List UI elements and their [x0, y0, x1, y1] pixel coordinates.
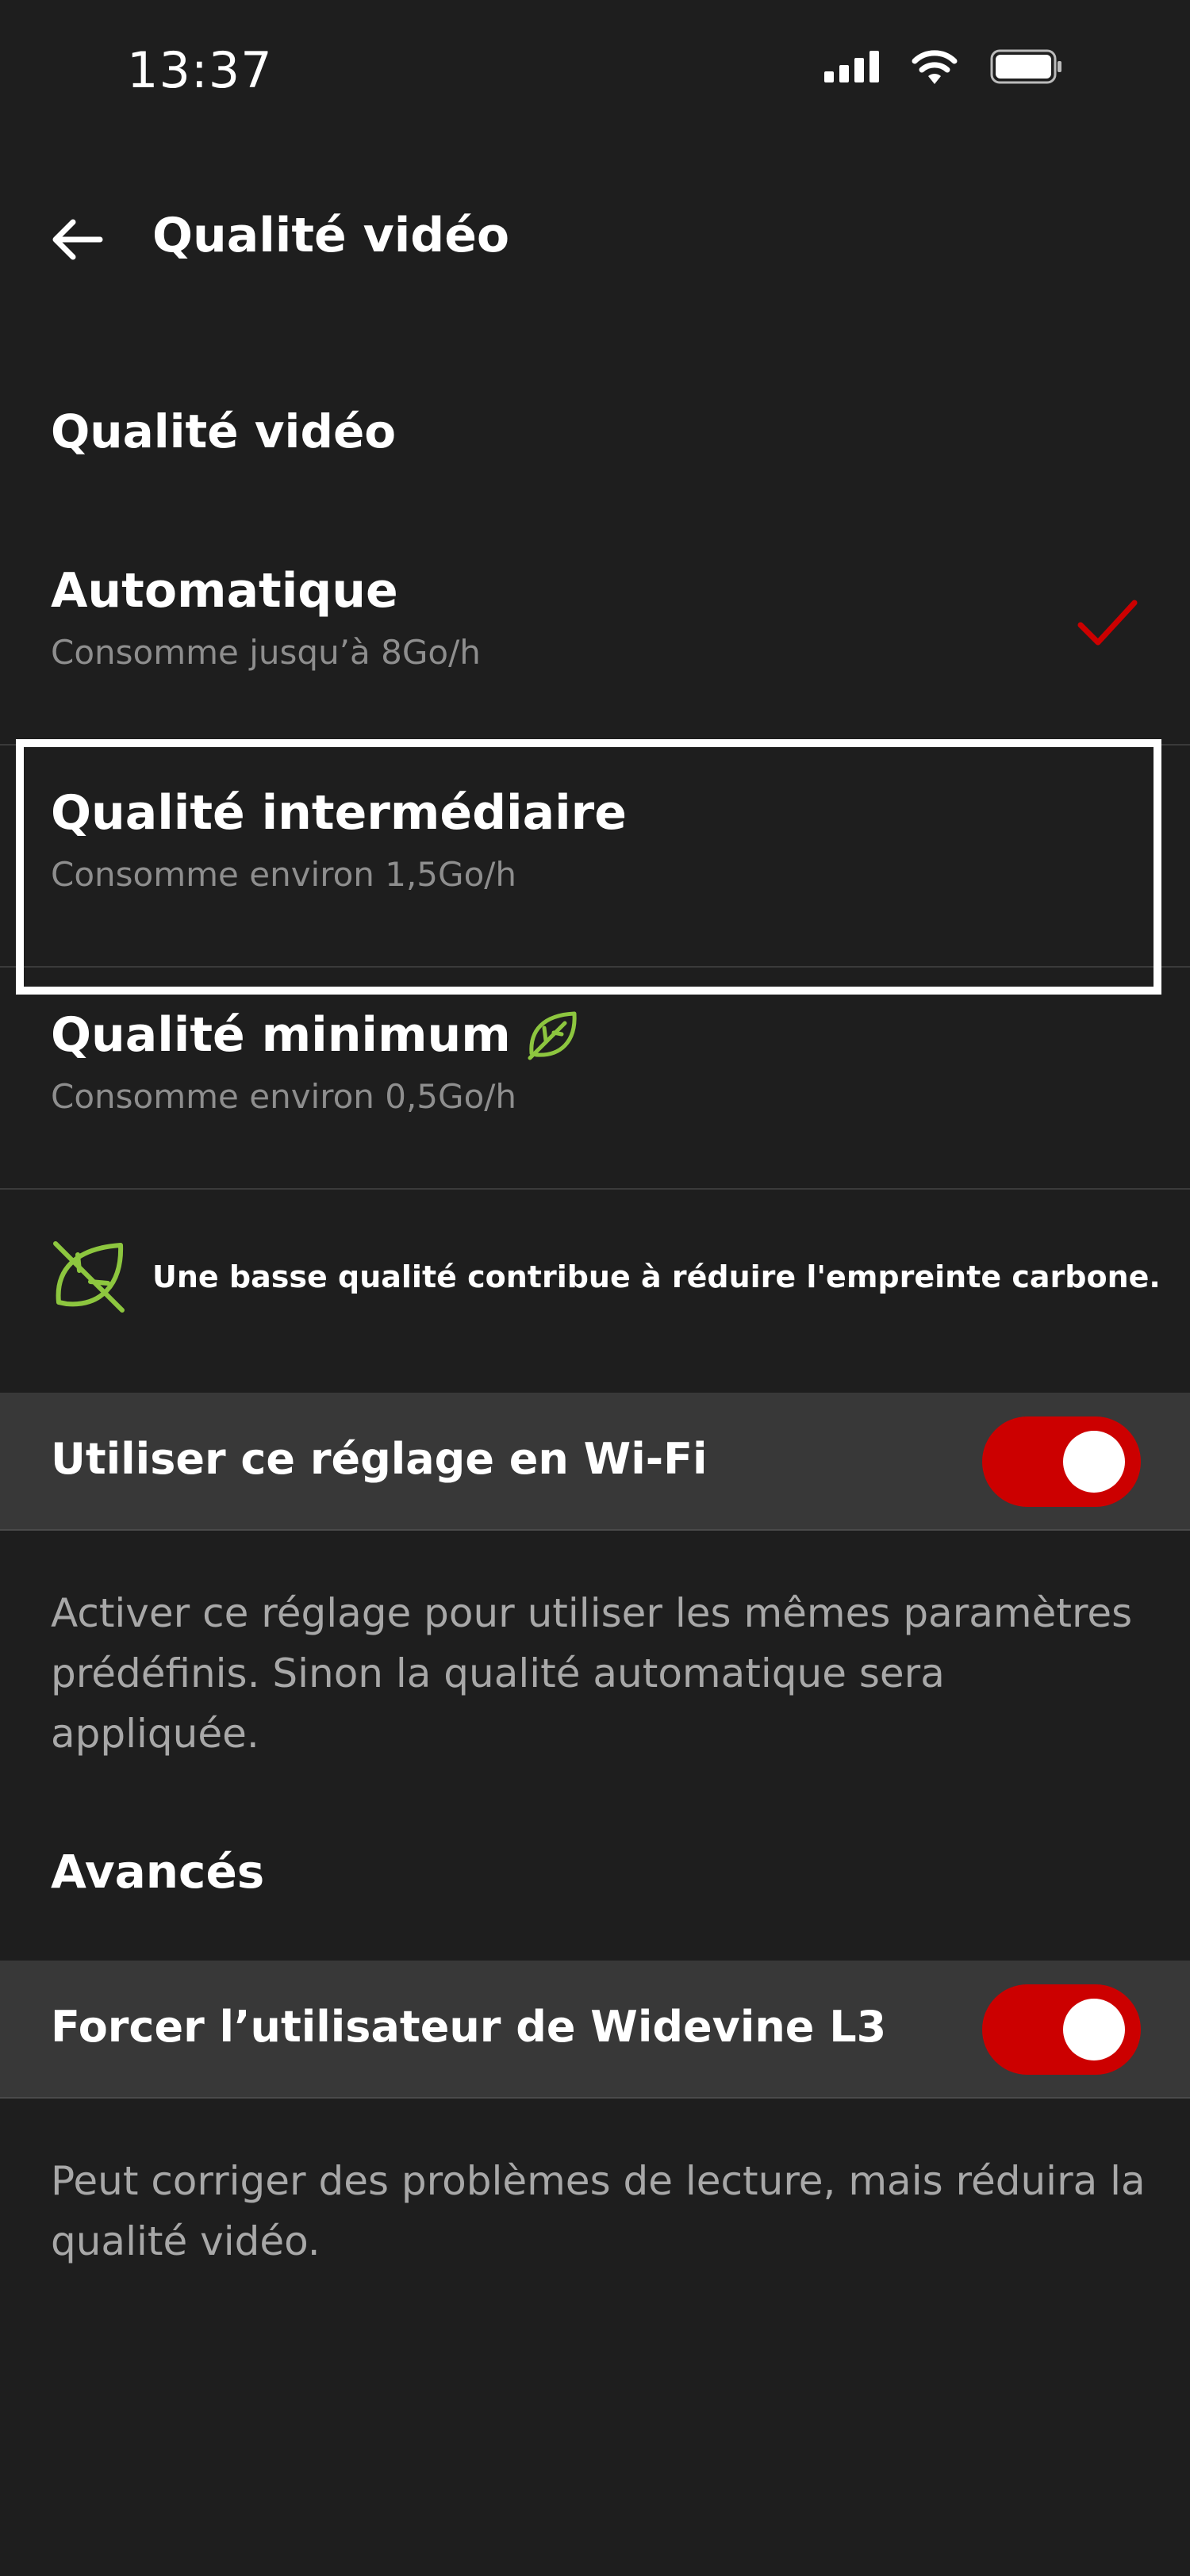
- option-subtitle: Consomme environ 0,5Go/h: [51, 1077, 517, 1116]
- option-intermediate[interactable]: Qualité intermédiaire Consomme environ 1…: [0, 746, 1190, 968]
- widevine-setting-toggle[interactable]: [982, 1984, 1141, 2075]
- page-title: Qualité vidéo: [152, 208, 510, 263]
- eco-note: Une basse qualité contribue à réduire l'…: [0, 1190, 1190, 1332]
- leaf-icon: [53, 1241, 125, 1313]
- app-header: Qualité vidéo: [0, 190, 1190, 286]
- option-subtitle: Consomme environ 1,5Go/h: [51, 855, 517, 894]
- toggle-knob: [1063, 1999, 1125, 2060]
- option-title: Qualité minimum: [51, 1007, 511, 1063]
- wifi-setting-label: Utiliser ce réglage en Wi-Fi: [51, 1434, 708, 1484]
- wifi-setting-toggle[interactable]: [982, 1416, 1141, 1507]
- option-title: Automatique: [51, 563, 398, 619]
- widevine-setting-row: Forcer l’utilisateur de Widevine L3: [0, 1961, 1190, 2099]
- widevine-setting-description: Peut corriger des problèmes de lecture, …: [51, 2158, 1146, 2264]
- option-automatic[interactable]: Automatique Consomme jusqu’à 8Go/h: [0, 523, 1190, 746]
- arrow-left-icon[interactable]: [48, 211, 105, 268]
- section-title-video-quality: Qualité vidéo: [51, 404, 397, 458]
- option-subtitle: Consomme jusqu’à 8Go/h: [51, 633, 481, 672]
- status-time: 13:37: [127, 41, 273, 99]
- section-title-advanced: Avancés: [51, 1845, 265, 1899]
- option-title: Qualité intermédiaire: [51, 785, 627, 841]
- wifi-setting-row: Utiliser ce réglage en Wi-Fi: [0, 1393, 1190, 1531]
- cellular-signal-icon: [824, 51, 879, 82]
- toggle-knob: [1063, 1431, 1125, 1493]
- status-bar: 13:37: [0, 0, 1190, 143]
- wifi-setting-description: Activer ce réglage pour utiliser les mêm…: [51, 1590, 1133, 1757]
- leaf-icon: [528, 1011, 577, 1060]
- checkmark-icon: [1077, 600, 1138, 646]
- wifi-icon: [912, 50, 958, 84]
- eco-note-text: Une basse qualité contribue à réduire l'…: [152, 1259, 1161, 1294]
- widevine-setting-label: Forcer l’utilisateur de Widevine L3: [51, 2002, 887, 2052]
- screen: 13:37 Qualité vidéo Qualité vidéo Automa…: [0, 0, 1190, 2576]
- option-minimum[interactable]: Qualité minimum Consomme environ 0,5Go/h: [0, 968, 1190, 1190]
- status-icons: [824, 49, 1063, 84]
- option-title-wrapper: Qualité minimum: [51, 1007, 581, 1063]
- battery-icon: [990, 49, 1061, 84]
